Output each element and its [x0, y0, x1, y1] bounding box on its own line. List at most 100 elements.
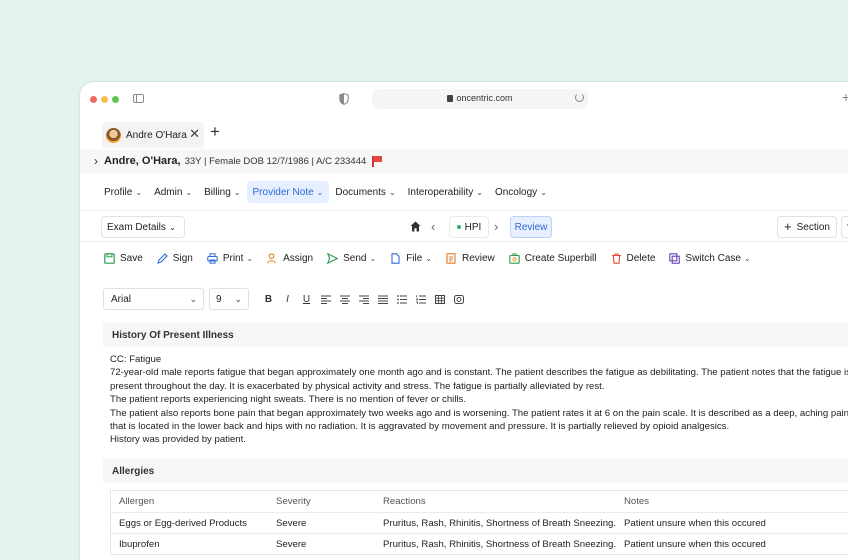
add-tab-icon[interactable]: + [210, 123, 220, 141]
table-row[interactable]: Ibuprofen Severe Pruritus, Rash, Rhiniti… [111, 533, 848, 554]
font-family-select[interactable]: Arial ⌄ [103, 288, 204, 310]
italic-button[interactable]: I [278, 294, 297, 305]
file-button[interactable]: File ⌄ [390, 253, 432, 264]
review-icon [446, 252, 456, 264]
create-superbill-button[interactable]: Create Superbill [509, 253, 597, 264]
assign-label: Assign [283, 252, 314, 264]
sign-button[interactable]: Sign [156, 252, 193, 264]
chevron-down-icon: ⌄ [388, 187, 396, 197]
patient-name: Andre, O'Hara, [104, 155, 181, 167]
chevron-down-icon: ⌄ [135, 187, 143, 197]
chevron-right-icon[interactable]: › [94, 154, 98, 168]
underline-button[interactable]: U [297, 294, 316, 305]
table-cell: Severe [276, 517, 307, 529]
section-title: Allergies [103, 459, 848, 483]
menu-item-interoperability[interactable]: Interoperability ⌄ [402, 181, 489, 203]
bold-button[interactable]: B [259, 294, 278, 305]
review-action-button[interactable]: Review [446, 253, 495, 264]
menu-item-billing[interactable]: Billing ⌄ [198, 181, 246, 203]
reload-icon[interactable] [575, 93, 584, 102]
numbered-list-button[interactable] [411, 294, 430, 304]
close-icon[interactable]: ✕ [189, 127, 200, 140]
hpi-note-editor[interactable]: CC: Fatigue 72-year-old male reports fat… [103, 347, 848, 447]
align-left-button[interactable] [316, 295, 335, 304]
align-right-icon [358, 295, 369, 304]
more-options-button[interactable]: ⋯ [841, 216, 848, 238]
home-icon[interactable] [410, 221, 421, 232]
section-label: Section [796, 221, 830, 233]
shield-icon[interactable] [339, 93, 349, 105]
assign-button[interactable]: Assign [267, 253, 313, 264]
table-header-row: Allergen Severity Reactions Notes [111, 491, 848, 512]
save-button[interactable]: Save [104, 253, 143, 264]
history-of-present-illness-section: History Of Present Illness CC: Fatigue 7… [103, 323, 848, 455]
chevron-down-icon: ⌄ [185, 187, 193, 197]
delete-button[interactable]: Delete [611, 252, 655, 264]
menu-item-label: Provider Note [252, 186, 314, 198]
table-cell: Eggs or Egg-derived Products [119, 517, 247, 529]
add-section-button[interactable]: + Section [777, 216, 837, 238]
minimize-window-button[interactable] [101, 96, 108, 103]
maximize-window-button[interactable] [112, 96, 119, 103]
print-button[interactable]: Print ⌄ [207, 253, 253, 264]
review-button[interactable]: Review [510, 216, 552, 238]
switch-case-button[interactable]: Switch Case ⌄ [669, 253, 751, 264]
trash-icon [611, 252, 621, 264]
menu-item-label: Oncology [494, 186, 538, 198]
status-dot-icon [456, 225, 461, 229]
numbered-list-icon [415, 294, 426, 304]
table-button[interactable] [430, 294, 449, 304]
superbill-icon [509, 253, 520, 264]
section-title: History Of Present Illness [103, 323, 848, 347]
align-center-button[interactable] [335, 295, 354, 304]
menu-item-provider-note[interactable]: Provider Note ⌄ [246, 181, 330, 203]
menu-item-documents[interactable]: Documents ⌄ [329, 181, 401, 203]
align-right-button[interactable] [354, 295, 373, 304]
close-window-button[interactable] [90, 96, 97, 103]
sidebar-toggle-icon[interactable] [133, 94, 144, 103]
hpi-paragraph: 72-year-old male reports fatigue that be… [110, 367, 848, 392]
column-header: Allergen [119, 496, 155, 507]
chevron-left-icon[interactable]: ‹ [431, 219, 435, 234]
hpi-paragraph: The patient reports experiencing night s… [110, 394, 467, 406]
table-icon [434, 294, 445, 304]
table-cell: Patient unsure when this occured [624, 517, 766, 529]
chevron-right-icon[interactable]: › [494, 219, 498, 234]
hpi-paragraph: The patient also reports bone pain that … [110, 407, 848, 433]
chevron-down-icon: ⌄ [246, 253, 254, 263]
rich-text-toolbar: Arial ⌄ 9 ⌄ B I U [103, 287, 848, 311]
hpi-button[interactable]: HPI [449, 216, 489, 238]
chevron-down-icon: ⌄ [233, 187, 241, 197]
exam-details-label: Exam Details [107, 221, 166, 233]
column-header: Reactions [383, 496, 426, 507]
font-size-select[interactable]: 9 ⌄ [209, 288, 249, 310]
patient-tab-row: Andre O'Hara ✕ + [80, 119, 848, 149]
menu-item-admin[interactable]: Admin ⌄ [148, 181, 198, 203]
exam-details-select[interactable]: Exam Details ⌄ [101, 216, 185, 238]
justify-button[interactable] [373, 295, 392, 304]
print-label: Print [222, 252, 244, 264]
menu-item-oncology[interactable]: Oncology ⌄ [489, 181, 553, 203]
table-cell: Pruritus, Rash, Rhinitis, Shortness of B… [383, 517, 617, 529]
patient-info: 33Y | Female DOB 12/7/1986 | A/C 233444 [184, 155, 367, 167]
table-cell: Pruritus, Rash, Rhinitis, Shortness of B… [383, 538, 617, 550]
new-tab-icon[interactable]: + [842, 90, 848, 104]
flag-icon[interactable] [372, 156, 382, 167]
section-navigation: Exam Details ⌄ ‹ HPI › Review + Section … [80, 210, 848, 242]
send-label: Send [343, 252, 367, 264]
file-icon [391, 252, 400, 264]
chief-complaint: CC: Fatigue [110, 354, 162, 365]
allergies-section: Allergies Allergen Severity Reactions No… [103, 459, 848, 560]
menu-item-label: Billing [204, 186, 231, 198]
address-bar[interactable]: oncentric.com [372, 89, 588, 109]
chevron-down-icon: ⌄ [540, 187, 547, 197]
chevron-down-icon: ⌄ [169, 222, 176, 232]
image-button[interactable] [449, 294, 468, 304]
create-superbill-label: Create Superbill [524, 252, 597, 264]
menu-item-profile[interactable]: Profile ⌄ [98, 181, 148, 203]
send-button[interactable]: Send ⌄ [327, 252, 376, 264]
sign-label: Sign [172, 252, 193, 264]
patient-tab[interactable]: Andre O'Hara ✕ [102, 122, 204, 148]
table-row[interactable]: Eggs or Egg-derived Products Severe Prur… [111, 512, 848, 533]
bullet-list-button[interactable] [392, 294, 411, 304]
